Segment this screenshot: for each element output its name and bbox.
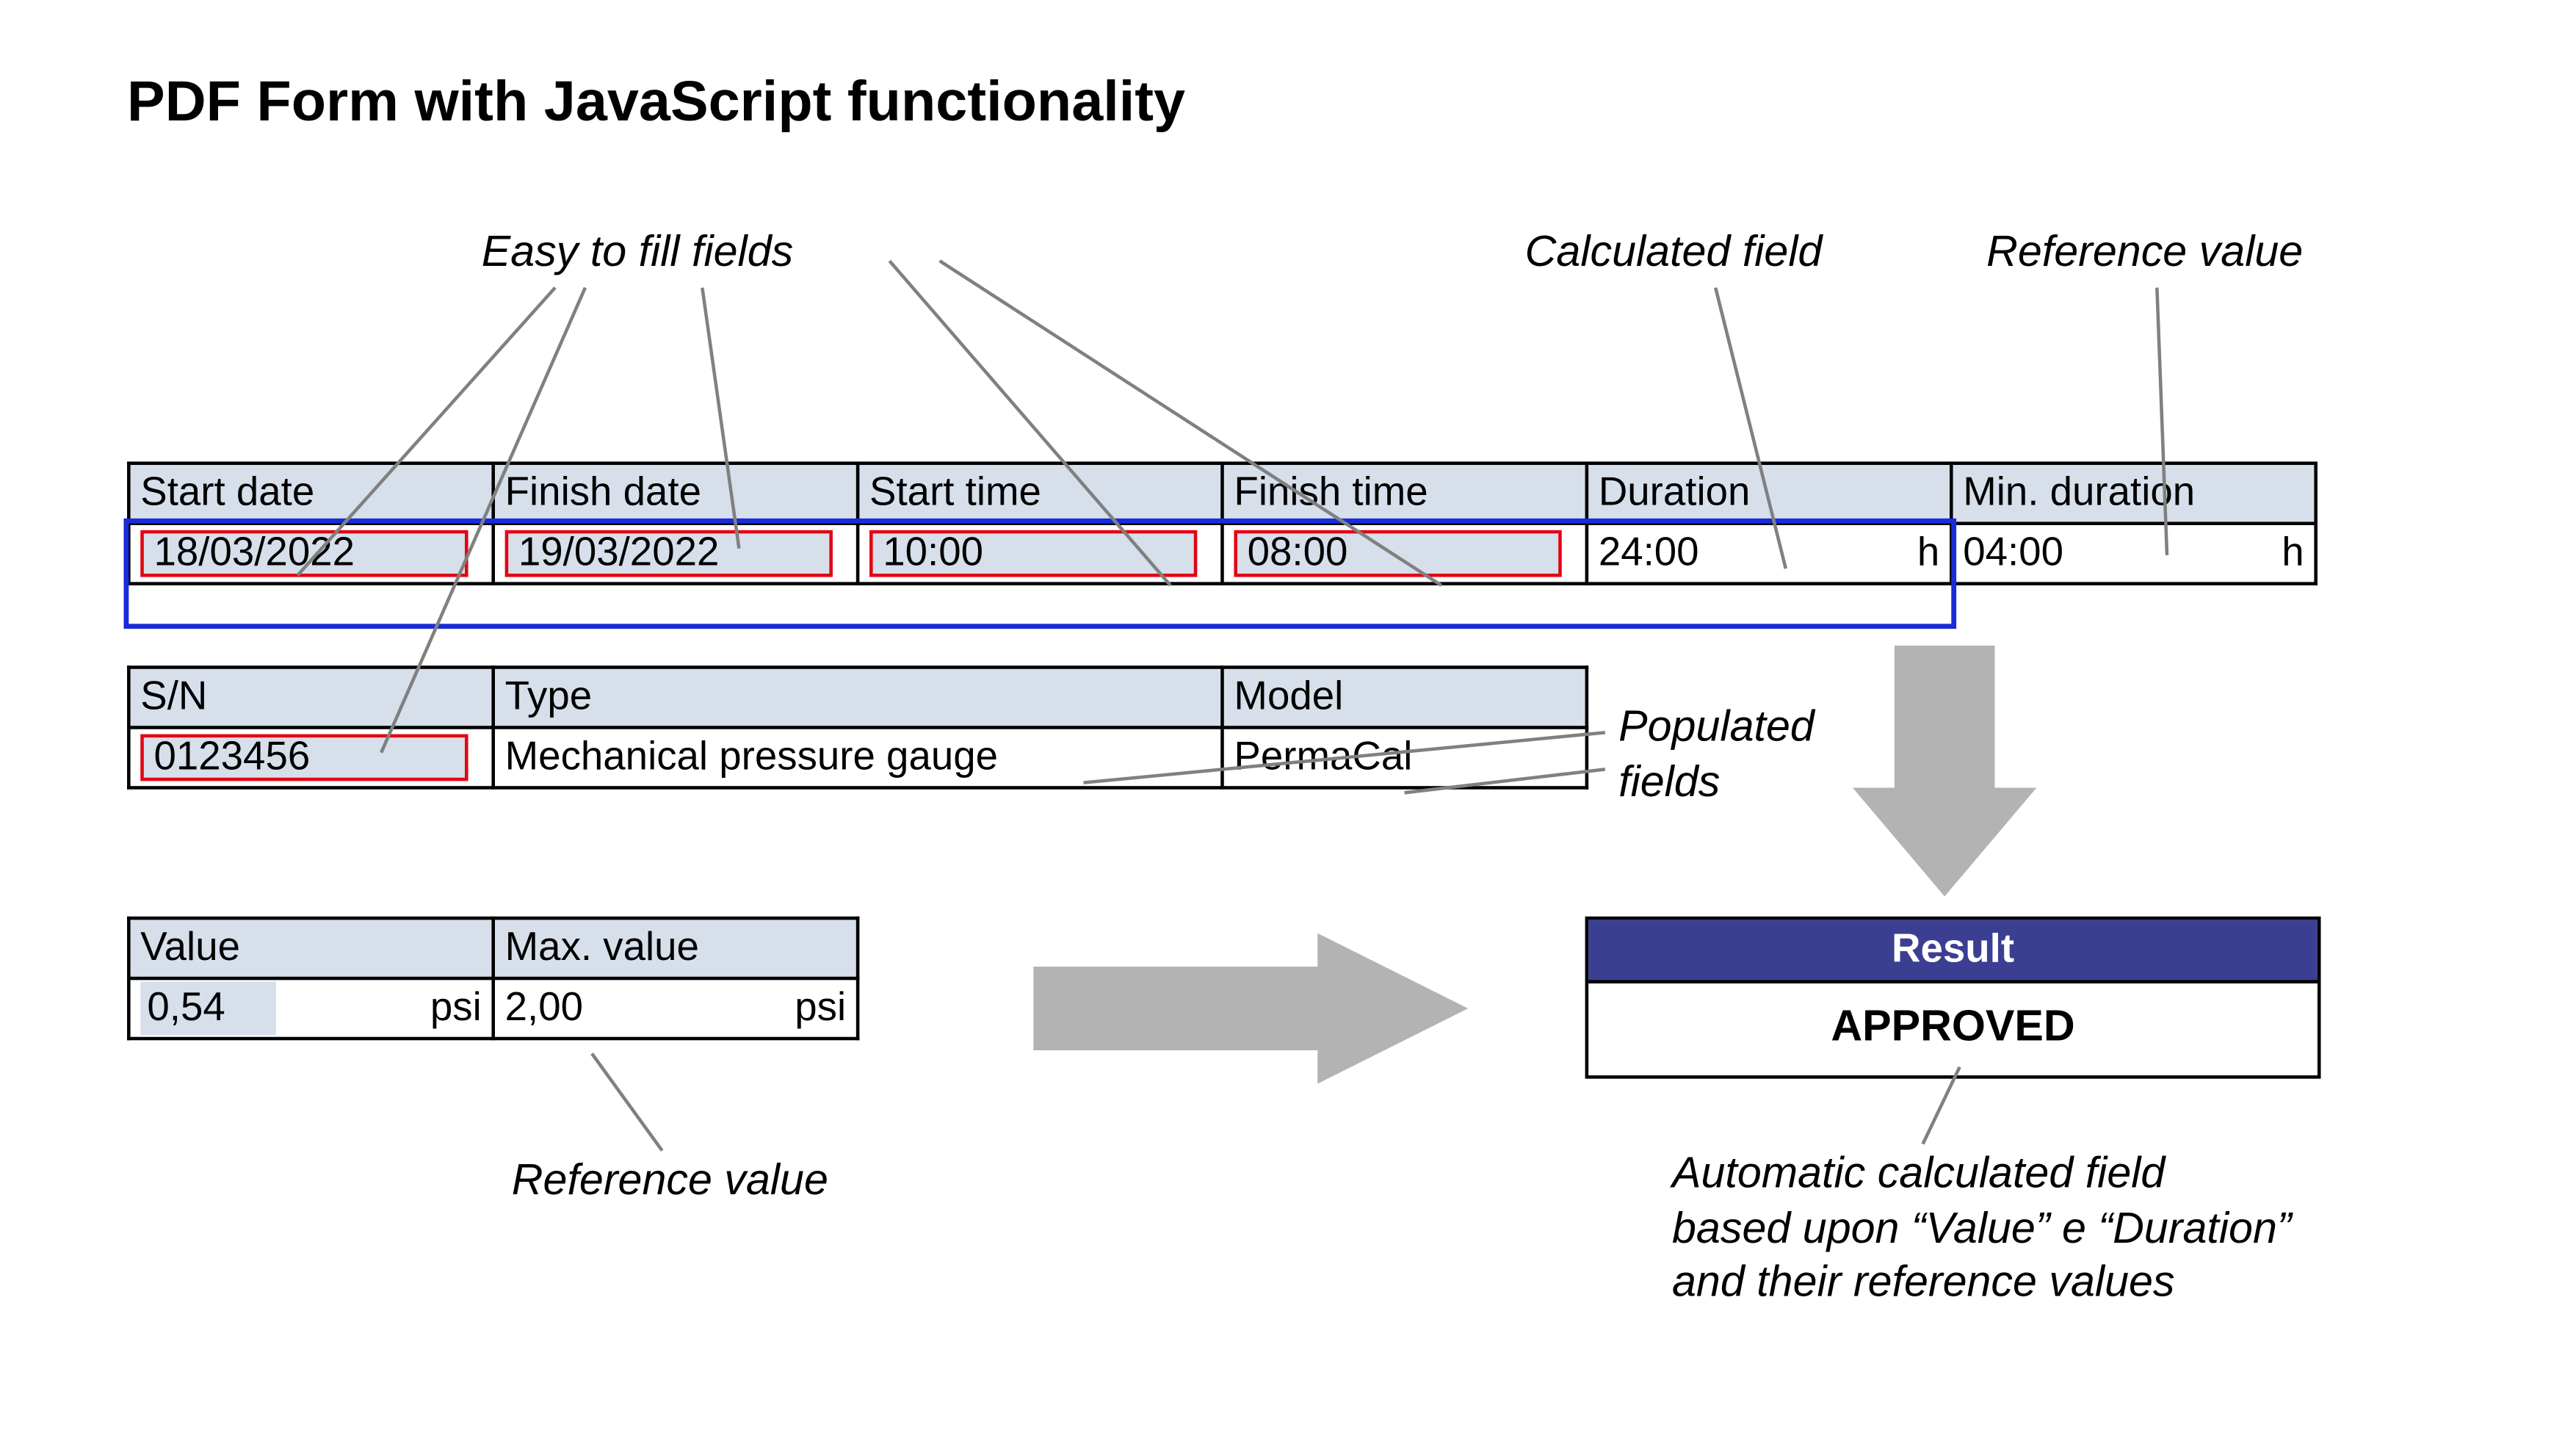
unit-min-duration: h [2265,530,2304,577]
page-title: PDF Form with JavaScript functionality [127,71,1185,136]
annotation-populated-fields-line2: fields [1618,755,1720,805]
annotation-result-footnote-l3: and their reference values [1672,1256,2175,1306]
annotation-result-footnote: Automatic calculated field based upon “V… [1672,1146,2374,1309]
annotation-populated-fields-line1: Populated [1618,701,1815,751]
input-finish-time[interactable]: 08:00 [1234,530,1561,577]
input-finish-date[interactable]: 19/03/2022 [505,530,833,577]
table-value: Value Max. value 0,54 psi 2,00 psi [127,917,859,1040]
header-duration: Duration [1587,463,1951,524]
diagram-stage: PDF Form with JavaScript functionality E… [0,0,2575,1455]
value-value: 0,54 [140,982,275,1036]
value-cell[interactable]: 0,54 psi [131,980,492,1036]
table-dates: Start date Finish date Start time Finish… [127,461,2318,585]
unit-duration: h [1900,530,1939,577]
annotation-result-footnote-l1: Automatic calculated field [1672,1147,2165,1197]
annotation-easy-fill: Easy to fill fields [482,225,793,278]
input-start-date[interactable]: 18/03/2022 [140,530,468,577]
annotation-calculated-field: Calculated field [1525,225,1823,278]
header-start-time: Start time [858,463,1222,524]
header-finish-date: Finish date [493,463,858,524]
value-min-duration-cell: 04:00 h [1953,525,2315,582]
unit-value: psi [413,985,482,1032]
input-start-time[interactable]: 10:00 [869,530,1197,577]
header-type: Type [493,668,1223,728]
value-max-value: 2,00 [505,985,583,1032]
value-min-duration: 04:00 [1963,530,2063,577]
header-model: Model [1222,668,1586,728]
arrow-right-icon [1033,934,1468,1084]
header-start-date: Start date [129,463,493,524]
table-device: S/N Type Model 0123456 Mechanical pressu… [127,665,1590,789]
value-duration-cell: 24:00 h [1588,525,1950,582]
unit-max-value: psi [778,985,847,1032]
header-min-duration: Min. duration [1951,463,2315,524]
header-finish-time: Finish time [1222,463,1586,524]
result-box: Result APPROVED [1585,917,2321,1079]
result-header: Result [1588,920,2318,983]
value-duration: 24:00 [1599,530,1699,577]
annotation-result-footnote-l2: based upon “Value” e “Duration” [1672,1202,2292,1252]
input-sn[interactable]: 0123456 [140,734,468,781]
header-sn: S/N [129,668,493,728]
annotation-populated-fields: Populated fields [1618,699,1815,808]
header-max-value: Max. value [493,918,858,978]
annotation-reference-value-top: Reference value [1986,225,2303,278]
result-value: APPROVED [1588,983,2318,1075]
annotation-reference-value-bottom: Reference value [512,1154,828,1206]
value-type: Mechanical pressure gauge [505,734,998,781]
value-model: PermaCal [1234,734,1412,781]
arrow-down-icon [1853,646,2036,897]
header-value: Value [129,918,493,978]
max-value-cell: 2,00 psi [495,980,856,1036]
